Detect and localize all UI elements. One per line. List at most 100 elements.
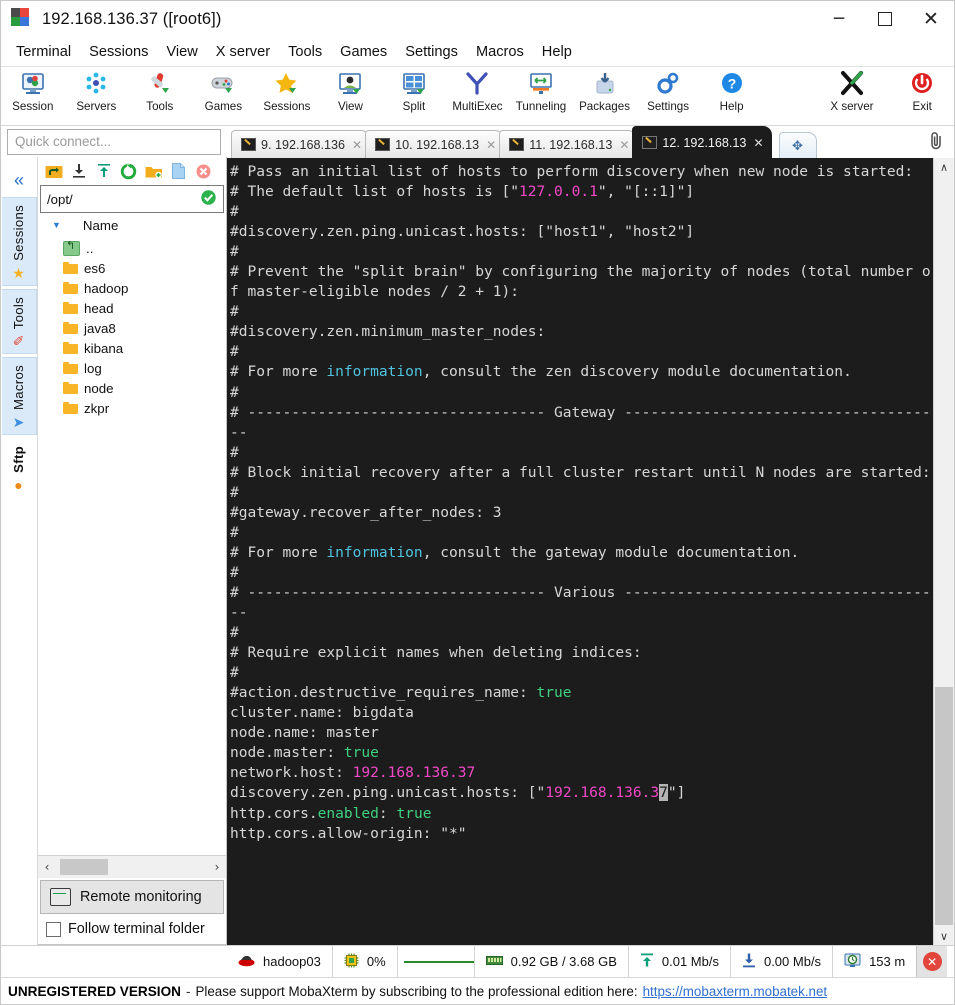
file-list[interactable]: .. es6 hadoop head [38, 237, 226, 855]
star-icon: ★ [12, 264, 25, 281]
list-item[interactable]: kibana [38, 338, 226, 358]
toolbar-view-button[interactable]: View [319, 69, 383, 113]
follow-terminal-folder-checkbox[interactable] [46, 921, 61, 937]
menu-help[interactable]: Help [533, 41, 581, 63]
terminal-tab-12[interactable]: 12. 192.168.13 ✕ [632, 126, 772, 158]
terminal-vscrollbar[interactable]: ∧ ∨ [933, 158, 954, 945]
new-folder-icon[interactable] [144, 162, 163, 181]
menu-terminal[interactable]: Terminal [7, 41, 80, 63]
toolbar-exit-button[interactable]: Exit [890, 69, 954, 113]
menu-tools[interactable]: Tools [279, 41, 331, 63]
maximize-button[interactable] [862, 1, 908, 37]
toolbar-tools-button[interactable]: Tools [128, 69, 192, 113]
vscroll-track[interactable] [934, 176, 954, 927]
status-uptime[interactable]: 153 m [833, 946, 916, 977]
terminal-line: discovery.zen.ping.unicast.hosts: ["192.… [230, 784, 686, 802]
hscroll-left-icon[interactable]: ‹ [38, 857, 56, 877]
tab-close-icon[interactable]: ✕ [619, 138, 629, 152]
menu-games[interactable]: Games [331, 41, 396, 63]
hscroll-track[interactable] [56, 857, 208, 877]
list-item[interactable]: log [38, 358, 226, 378]
terminal-line: # Pass an initial list of hosts to perfo… [230, 163, 914, 180]
toolbar-games-button[interactable]: Games [192, 69, 256, 113]
toolbar-settings-button[interactable]: Settings [636, 69, 700, 113]
status-memory[interactable]: 0.92 GB / 3.68 GB [475, 946, 629, 977]
minimize-button[interactable]: ─ [816, 1, 862, 37]
vscroll-thumb[interactable] [935, 686, 953, 925]
sessions-star-icon [274, 69, 300, 99]
file-list-hscrollbar[interactable]: ‹ › [38, 855, 226, 878]
file-name: node [84, 380, 114, 396]
toolbar-session-label: Session [12, 100, 54, 113]
list-item[interactable]: hadoop [38, 278, 226, 298]
new-file-icon[interactable] [169, 162, 188, 181]
close-window-button[interactable]: ✕ [908, 1, 954, 37]
toolbar-servers-label: Servers [76, 100, 117, 113]
toolbar-session-button[interactable]: Session [1, 69, 65, 113]
sidebar-tab-macros[interactable]: Macros ➤ [1, 357, 37, 436]
toolbar-multiexec-button[interactable]: MultiExec [446, 69, 510, 113]
scroll-up-icon[interactable]: ∧ [934, 158, 954, 176]
status-graph[interactable] [398, 946, 475, 977]
terminal-area: # Pass an initial list of hosts to perfo… [227, 158, 954, 945]
terminal-tab-9[interactable]: 9. 192.168.136 ✕ [231, 130, 371, 158]
terminal-tab-10[interactable]: 10. 192.168.13 ✕ [365, 130, 505, 158]
menu-sessions[interactable]: Sessions [80, 41, 157, 63]
follow-terminal-folder-row[interactable]: Follow terminal folder [38, 914, 226, 944]
menu-xserver[interactable]: X server [207, 41, 279, 63]
menu-macros[interactable]: Macros [467, 41, 533, 63]
collapse-sidebar-icon[interactable]: « [1, 163, 37, 197]
toolbar-sessions-button[interactable]: Sessions [255, 69, 319, 113]
toolbar-packages-button[interactable]: Packages [573, 69, 637, 113]
tab-close-icon[interactable]: ✕ [753, 136, 763, 150]
hscroll-thumb[interactable] [60, 859, 108, 875]
status-download[interactable]: 0.00 Mb/s [731, 946, 834, 977]
footer-link[interactable]: https://mobaxterm.mobatek.net [643, 984, 828, 999]
toolbar-tunneling-button[interactable]: Tunneling [509, 69, 573, 113]
svg-text:?: ? [727, 76, 736, 92]
upload-icon[interactable] [94, 162, 113, 181]
attach-clip-icon[interactable] [928, 131, 945, 154]
refresh-icon[interactable] [119, 162, 138, 181]
list-item[interactable]: head [38, 298, 226, 318]
menu-settings[interactable]: Settings [396, 41, 467, 63]
remote-monitoring-button[interactable]: Remote monitoring [40, 880, 224, 914]
download-icon[interactable] [69, 162, 88, 181]
sidebar-tab-sessions[interactable]: Sessions ★ [1, 197, 37, 286]
toolbar-split-button[interactable]: Split [382, 69, 446, 113]
toolbar-view-label: View [337, 100, 363, 113]
menu-view[interactable]: View [157, 41, 206, 63]
status-host[interactable]: hadoop03 [227, 946, 333, 977]
tab-close-icon[interactable]: ✕ [486, 138, 496, 152]
list-item[interactable]: node [38, 378, 226, 398]
status-left-pad [1, 946, 227, 977]
exit-power-icon [909, 69, 935, 99]
unregistered-version-label: UNREGISTERED VERSION [8, 983, 181, 999]
terminal-tab-11[interactable]: 11. 192.168.13 ✕ [499, 130, 638, 158]
terminal-output[interactable]: # Pass an initial list of hosts to perfo… [227, 158, 933, 945]
status-cpu[interactable]: 0% [333, 946, 398, 977]
mobaxterm-window: 192.168.136.37 ([root6]) ─ ✕ Terminal Se… [0, 0, 955, 1005]
list-item[interactable]: java8 [38, 318, 226, 338]
quick-connect-input[interactable]: Quick connect... [7, 128, 221, 155]
list-item[interactable]: .. [38, 238, 226, 258]
list-item[interactable]: es6 [38, 258, 226, 278]
delete-icon[interactable] [194, 162, 213, 181]
upload-arrow-icon [640, 953, 654, 971]
go-up-icon[interactable] [44, 162, 63, 181]
sort-caret-icon[interactable]: ▼ [52, 220, 61, 230]
sftp-path-bar[interactable]: /opt/ [40, 185, 224, 213]
toolbar-xserver-button[interactable]: X server [813, 69, 890, 113]
tab-close-icon[interactable]: ✕ [352, 138, 362, 152]
list-item[interactable]: zkpr [38, 398, 226, 418]
column-header-name[interactable]: Name [83, 218, 118, 233]
scroll-down-icon[interactable]: ∨ [934, 927, 954, 945]
status-upload[interactable]: 0.01 Mb/s [629, 946, 731, 977]
sidebar-tab-sftp[interactable]: Sftp ● [1, 438, 37, 499]
toolbar-servers-button[interactable]: Servers [65, 69, 129, 113]
sidebar-tab-tools[interactable]: Tools ✐ [1, 288, 37, 355]
status-close-session-button[interactable]: ✕ [916, 946, 948, 977]
toolbar-help-button[interactable]: ? Help [700, 69, 764, 113]
new-tab-button[interactable]: ✥ [778, 132, 817, 158]
hscroll-right-icon[interactable]: › [208, 857, 226, 877]
